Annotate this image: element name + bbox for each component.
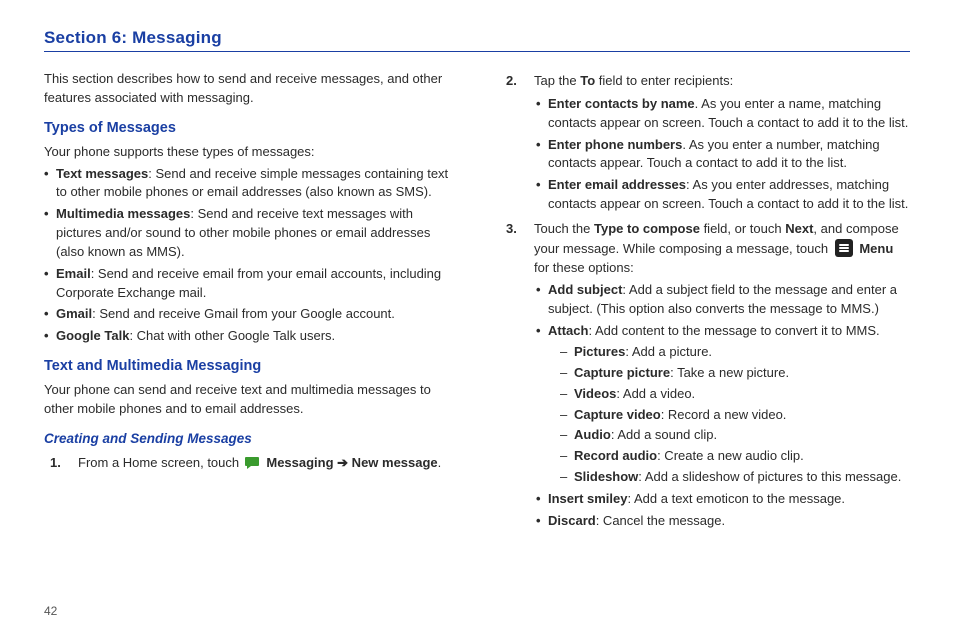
step-2: 2. Tap the To field to enter recipients:…	[500, 72, 910, 214]
column-right: 2. Tap the To field to enter recipients:…	[500, 66, 910, 537]
steps-list-left: 1. From a Home screen, touch Messaging ➔…	[44, 454, 454, 473]
list-item: Google Talk: Chat with other Google Talk…	[44, 327, 454, 346]
list-item: Enter email addresses: As you enter addr…	[534, 176, 910, 214]
list-item: Gmail: Send and receive Gmail from your …	[44, 305, 454, 324]
list-item: Audio: Add a sound clip.	[560, 426, 910, 445]
list-item: Email: Send and receive email from your …	[44, 265, 454, 303]
list-item: Slideshow: Add a slideshow of pictures t…	[560, 468, 910, 487]
steps-list-right: 2. Tap the To field to enter recipients:…	[500, 72, 910, 531]
page-number: 42	[44, 604, 57, 618]
list-item: Text messages: Send and receive simple m…	[44, 165, 454, 203]
list-item: Capture video: Record a new video.	[560, 406, 910, 425]
list-item: Add subject: Add a subject field to the …	[534, 281, 910, 319]
heading-creating-and-sending: Creating and Sending Messages	[44, 429, 454, 449]
types-list: Text messages: Send and receive simple m…	[44, 165, 454, 347]
content-columns: This section describes how to send and r…	[44, 66, 910, 537]
step-3: 3. Touch the Type to compose field, or t…	[500, 220, 910, 531]
list-item: Videos: Add a video.	[560, 385, 910, 404]
column-left: This section describes how to send and r…	[44, 66, 454, 537]
heading-types-of-messages: Types of Messages	[44, 118, 454, 139]
section-title: Section 6: Messaging	[44, 28, 910, 52]
list-item: Multimedia messages: Send and receive te…	[44, 205, 454, 262]
list-item: Enter contacts by name. As you enter a n…	[534, 95, 910, 133]
heading-text-and-multimedia: Text and Multimedia Messaging	[44, 356, 454, 377]
attach-subitems: Pictures: Add a picture. Capture picture…	[560, 343, 910, 487]
list-item: Discard: Cancel the message.	[534, 512, 910, 531]
list-item: Attach: Add content to the message to co…	[534, 322, 910, 487]
step-3-sublist: Add subject: Add a subject field to the …	[534, 281, 910, 530]
menu-icon	[835, 239, 853, 257]
step-2-sublist: Enter contacts by name. As you enter a n…	[534, 95, 910, 214]
supports-line: Your phone supports these types of messa…	[44, 143, 454, 162]
step-1: 1. From a Home screen, touch Messaging ➔…	[44, 454, 454, 473]
list-item: Pictures: Add a picture.	[560, 343, 910, 362]
list-item: Record audio: Create a new audio clip.	[560, 447, 910, 466]
list-item: Enter phone numbers. As you enter a numb…	[534, 136, 910, 174]
list-item: Insert smiley: Add a text emoticon to th…	[534, 490, 910, 509]
messaging-icon	[245, 456, 261, 470]
text-multi-intro: Your phone can send and receive text and…	[44, 381, 454, 419]
intro-paragraph: This section describes how to send and r…	[44, 70, 454, 108]
list-item: Capture picture: Take a new picture.	[560, 364, 910, 383]
